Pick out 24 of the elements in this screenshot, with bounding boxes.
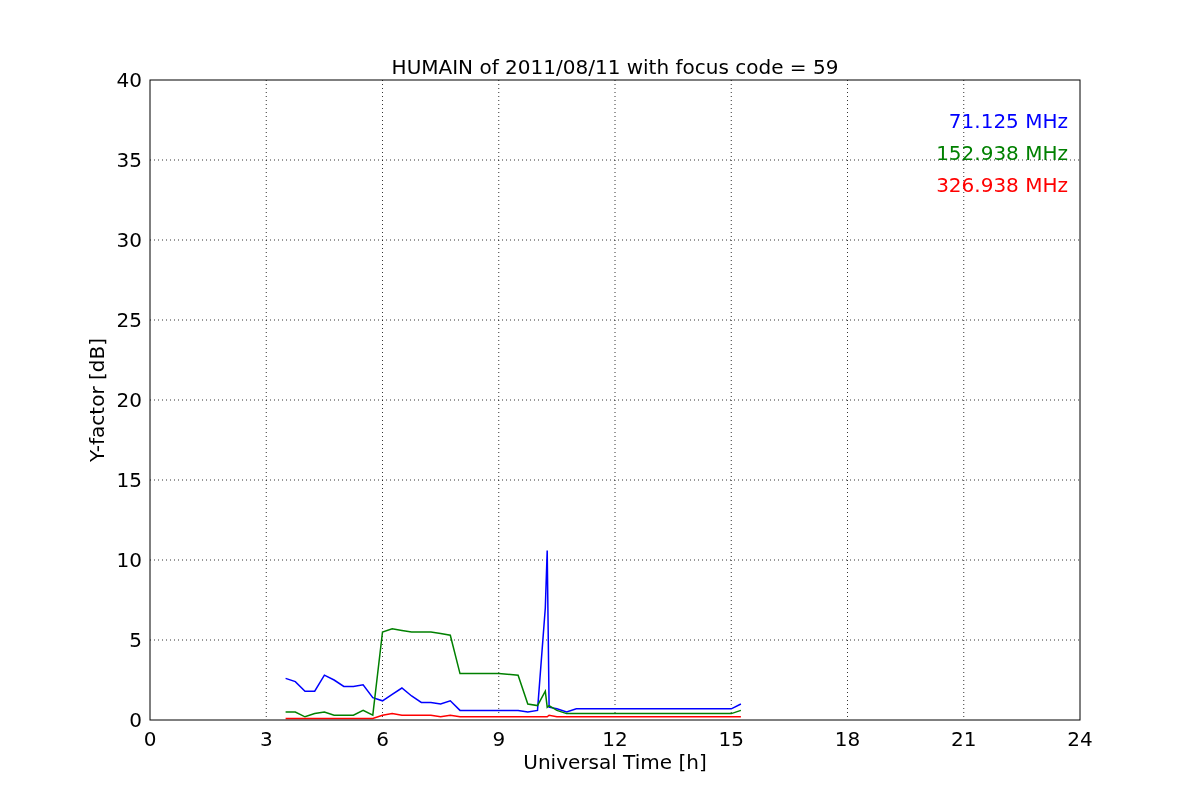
y-tick-label: 25 bbox=[116, 308, 142, 332]
x-tick-label: 24 bbox=[1067, 727, 1093, 751]
x-tick-label: 12 bbox=[602, 727, 628, 751]
x-tick-label: 18 bbox=[834, 727, 861, 751]
y-tick-label: 35 bbox=[116, 148, 142, 172]
x-tick-label: 9 bbox=[492, 727, 506, 751]
y-tick-label: 10 bbox=[116, 548, 142, 572]
chart-title: HUMAIN of 2011/08/11 with focus code = 59 bbox=[391, 55, 839, 79]
y-tick-label: 40 bbox=[116, 68, 142, 92]
x-tick-label: 21 bbox=[951, 727, 977, 751]
x-axis-label: Universal Time [h] bbox=[523, 750, 707, 774]
y-tick-label: 15 bbox=[116, 468, 142, 492]
y-tick-label: 0 bbox=[129, 708, 142, 732]
y-axis-label: Y-factor [dB] bbox=[85, 338, 109, 462]
x-tick-label: 15 bbox=[718, 727, 744, 751]
legend-entry: 71.125 MHz bbox=[948, 109, 1068, 133]
y-tick-label: 20 bbox=[116, 388, 142, 412]
y-tick-label: 30 bbox=[116, 228, 142, 252]
x-tick-label: 3 bbox=[259, 727, 273, 751]
x-tick-label: 6 bbox=[376, 727, 389, 751]
y-tick-label: 5 bbox=[129, 628, 142, 652]
x-tick-label: 0 bbox=[143, 727, 157, 751]
legend-entry: 152.938 MHz bbox=[936, 141, 1068, 165]
legend-entry: 326.938 MHz bbox=[936, 173, 1068, 197]
